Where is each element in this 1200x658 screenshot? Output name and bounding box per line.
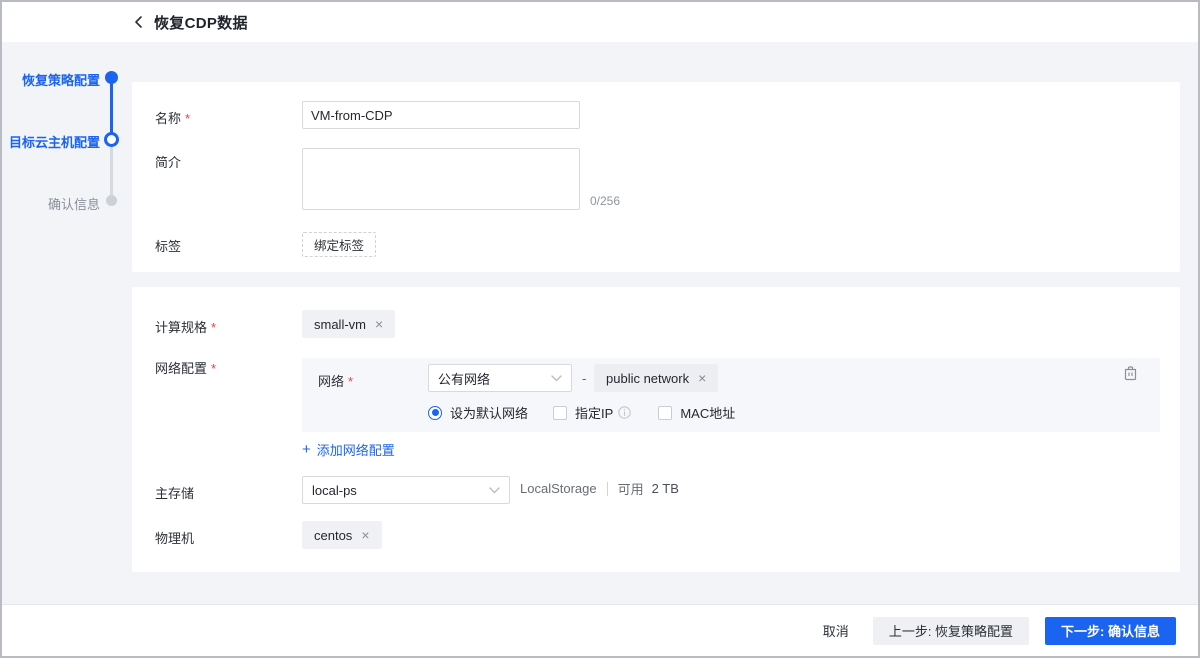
required-mark: * <box>185 111 191 126</box>
basic-info-card: 名称* 简介 0/256 标签 绑定标签 <box>132 82 1180 272</box>
close-icon[interactable]: × <box>361 528 369 542</box>
prev-step-button[interactable]: 上一步: 恢复策略配置 <box>872 616 1030 645</box>
step-connector-todo <box>110 140 113 200</box>
physical-host-tag-label: centos <box>314 527 353 543</box>
divider <box>606 481 608 496</box>
mac-address-checkbox[interactable] <box>658 405 673 420</box>
separator-dash: - <box>582 371 587 386</box>
storage-available-value: 2 TB <box>651 481 679 496</box>
description-textarea[interactable] <box>302 148 580 210</box>
tag-label: 标签 <box>155 239 182 254</box>
step-dot-completed <box>105 71 118 84</box>
storage-type: LocalStorage <box>520 481 597 496</box>
trash-icon <box>1124 366 1137 381</box>
chevron-left-icon <box>135 16 142 28</box>
storage-info: LocalStorage 可用 2 TB <box>520 479 679 498</box>
assign-ip-label: 指定IP <box>575 406 614 421</box>
app-window: 恢复CDP数据 恢复策略配置 目标云主机配置 确认信息 名称* 简介 0/256… <box>0 0 1200 658</box>
required-mark: * <box>211 320 217 335</box>
step-item-confirm: 确认信息 <box>47 197 100 212</box>
next-step-button[interactable]: 下一步: 确认信息 <box>1045 616 1176 645</box>
network-options-row: 设为默认网络 指定IP MAC地址 <box>428 403 735 422</box>
close-icon[interactable]: × <box>375 317 383 331</box>
host-config-card: 计算规格 * small-vm × 网络配置 * 网络 * 公有网络 - public… <box>132 287 1180 572</box>
page-header: 恢复CDP数据 <box>2 2 1198 42</box>
compute-spec-tag: small-vm × <box>302 310 396 338</box>
default-network-label: 设为默认网络 <box>450 406 529 421</box>
primary-storage-label: 主存储 <box>155 486 195 501</box>
primary-storage-value: local-ps <box>312 482 357 498</box>
default-network-radio[interactable] <box>428 405 442 420</box>
description-label: 简介 <box>155 155 182 170</box>
step-item-recovery-policy[interactable]: 恢复策略配置 <box>2 70 100 89</box>
physical-host-tag: centos × <box>302 521 382 549</box>
back-button[interactable] <box>133 15 145 29</box>
step-dot-pending <box>106 195 117 206</box>
physical-host-label: 物理机 <box>155 531 195 546</box>
wizard-steps: 恢复策略配置 目标云主机配置 确认信息 <box>2 42 132 604</box>
footer-bar: 取消 上一步: 恢复策略配置 下一步: 确认信息 <box>2 604 1198 656</box>
name-input[interactable] <box>302 101 580 129</box>
mac-address-label: MAC地址 <box>680 406 736 421</box>
required-mark: * <box>211 361 217 376</box>
network-config-label: 网络配置 * <box>155 361 217 376</box>
network-tag-label: public network <box>606 370 690 386</box>
step-connector-done <box>110 78 113 140</box>
chevron-down-icon <box>489 486 500 493</box>
compute-spec-label: 计算规格 * <box>155 320 217 335</box>
step-dot-current <box>104 132 119 147</box>
cancel-button[interactable]: 取消 <box>819 617 853 645</box>
info-icon[interactable] <box>618 406 632 419</box>
delete-network-button[interactable] <box>1123 365 1138 381</box>
page-title: 恢复CDP数据 <box>154 14 248 32</box>
chevron-down-icon <box>551 374 562 381</box>
network-label: 网络 * <box>318 374 354 389</box>
step-item-target-vm[interactable]: 目标云主机配置 <box>2 132 100 151</box>
network-type-value: 公有网络 <box>438 371 491 387</box>
plus-icon: + <box>302 441 311 458</box>
bind-tag-button[interactable]: 绑定标签 <box>302 232 377 257</box>
add-network-link[interactable]: + 添加网络配置 <box>302 440 395 459</box>
network-type-select[interactable]: 公有网络 <box>428 364 572 392</box>
close-icon[interactable]: × <box>698 371 706 385</box>
char-counter: 0/256 <box>590 194 621 208</box>
name-label: 名称 * <box>155 111 191 126</box>
content-area: 恢复策略配置 目标云主机配置 确认信息 名称* 简介 0/256 标签 绑定标签… <box>2 42 1198 604</box>
storage-available-label: 可用 <box>617 482 644 497</box>
compute-spec-tag-label: small-vm <box>314 316 366 332</box>
required-mark: * <box>348 374 354 389</box>
assign-ip-checkbox[interactable] <box>553 405 568 420</box>
network-tag: public network × <box>594 364 719 392</box>
primary-storage-select[interactable]: local-ps <box>302 476 510 504</box>
add-network-label: 添加网络配置 <box>316 443 395 458</box>
network-config-panel: 网络* 公有网络 - public network × 设为默认网络 指定IP <box>302 358 1160 432</box>
